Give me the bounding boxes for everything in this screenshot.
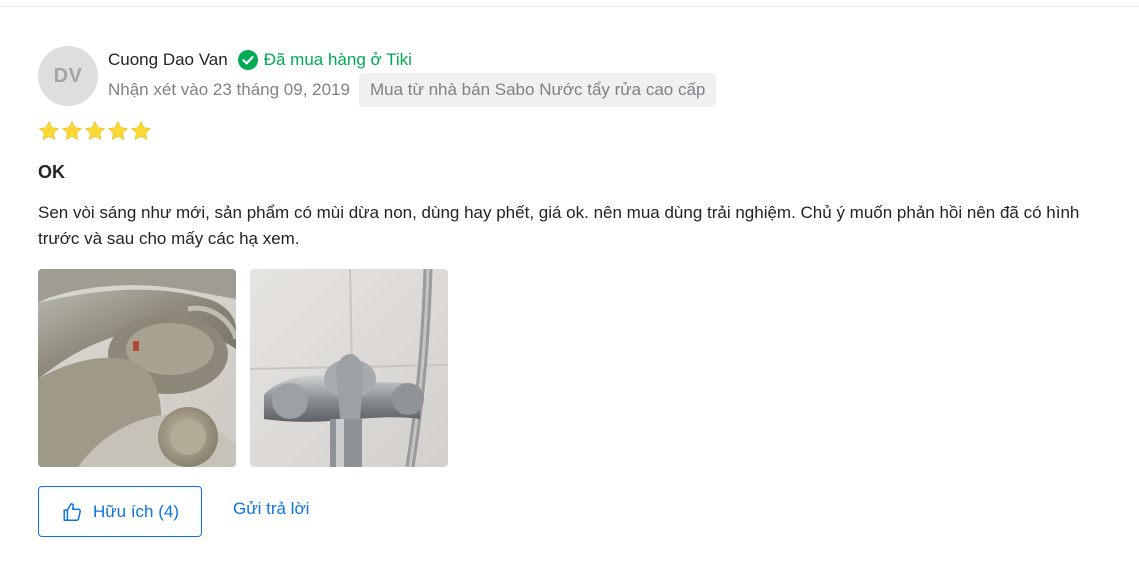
star-icon xyxy=(62,121,82,140)
reply-link[interactable]: Gửi trả lời xyxy=(233,499,309,519)
review-title: OK xyxy=(38,162,65,182)
review-author-row: Cuong Dao Van Đã mua hàng ở Tiki xyxy=(108,48,412,72)
check-circle-icon xyxy=(237,50,258,70)
review-body: Sen vòi sáng như mới, sản phẩm có mùi dừ… xyxy=(38,203,1080,248)
faucet-after-photo[interactable] xyxy=(250,269,448,467)
avatar: DV xyxy=(38,46,98,106)
top-divider xyxy=(0,6,1139,7)
faucet-before-photo[interactable] xyxy=(38,269,236,467)
star-icon xyxy=(131,121,151,140)
review-meta-row: Nhận xét vào 23 tháng 09, 2019 Mua từ nh… xyxy=(108,73,717,107)
seller-tag: Mua từ nhà bán Sabo Nước tẩy rửa cao cấp xyxy=(358,73,717,107)
helpful-button[interactable]: Hữu ích (4) xyxy=(38,486,202,537)
star-icon xyxy=(108,121,128,140)
star-icon xyxy=(39,121,59,140)
review-date: Nhận xét vào 23 tháng 09, 2019 xyxy=(108,80,350,99)
author-name: Cuong Dao Van xyxy=(108,50,228,69)
verified-badge: Đã mua hàng ở Tiki xyxy=(237,50,412,70)
helpful-label: Hữu ích (4) xyxy=(92,501,179,521)
star-icon xyxy=(85,121,105,140)
star-rating xyxy=(38,120,152,142)
thumbs-up-icon xyxy=(63,502,81,521)
verified-purchase-label: Đã mua hàng ở Tiki xyxy=(263,50,412,69)
